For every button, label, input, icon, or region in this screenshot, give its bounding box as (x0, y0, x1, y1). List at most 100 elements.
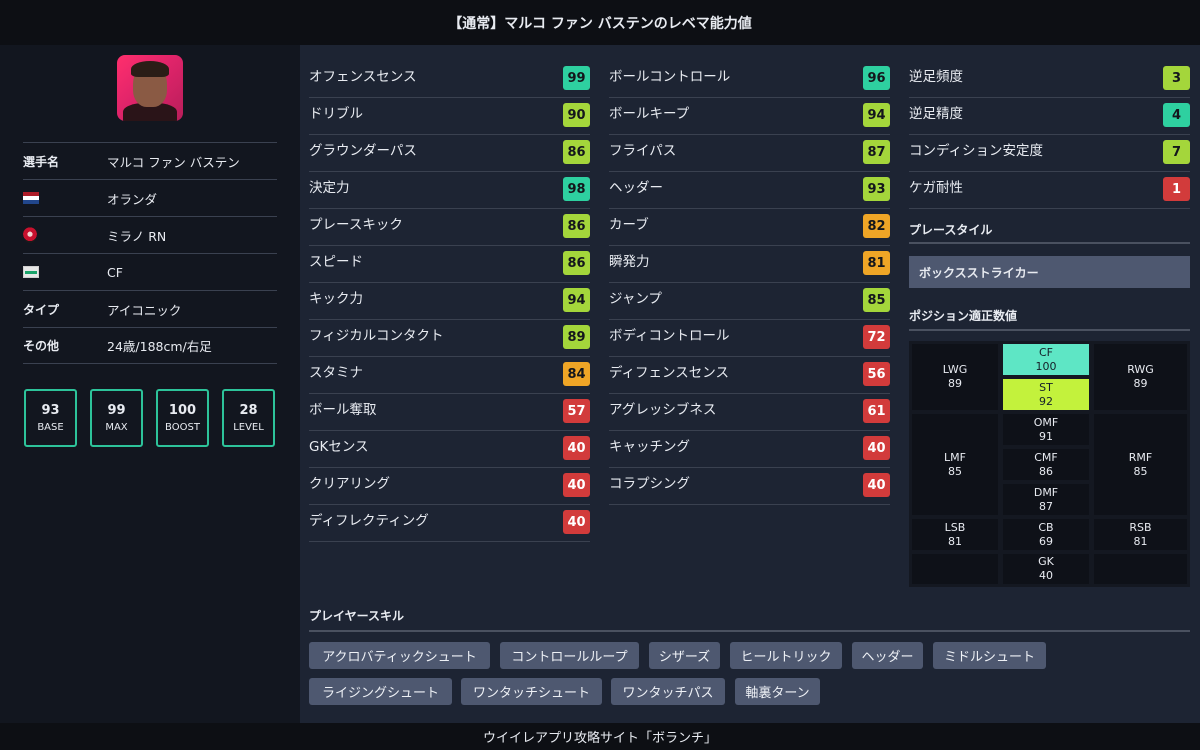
stat-value-badge: 40 (863, 436, 890, 460)
stat-row: 逆足精度 4 (909, 98, 1190, 135)
stat-row: GKセンス 40 (309, 431, 590, 468)
stat-row: カーブ 82 (609, 209, 890, 246)
skill-chip[interactable]: ヘッダー (852, 642, 923, 669)
page-title: 【通常】マルコ ファン バステンのレベマ能力値 (448, 15, 752, 32)
position-icon (23, 266, 39, 278)
stat-row: ボールコントロール 96 (609, 61, 890, 98)
info-row-club: ミラノ RN (23, 216, 277, 253)
stat-value-badge: 40 (863, 473, 890, 497)
summary-boxes: 93 BASE 99 MAX 100 BOOST 28 LEVEL (24, 389, 276, 447)
info-row-nationality: オランダ (23, 179, 277, 216)
stat-name: ボール奪取 (309, 402, 377, 418)
skill-chip[interactable]: ミドルシュート (933, 642, 1046, 669)
skill-chip[interactable]: アクロバティックシュート (309, 642, 490, 669)
stat-name: グラウンダーパス (309, 143, 417, 159)
stat-name: 決定力 (309, 180, 350, 196)
position-grid: LWG 89 CF 100 RWG 89 ST 92 LMF 85 OMF 91 RMF 85… (909, 341, 1190, 587)
stat-value-badge: 4 (1163, 103, 1190, 127)
position-cell-lmf: LMF 85 (912, 414, 998, 515)
summary-label: MAX (105, 422, 128, 433)
skill-chip[interactable]: ワンタッチシュート (461, 678, 602, 705)
player-avatar (117, 55, 183, 121)
skill-chip[interactable]: ライジングシュート (309, 678, 452, 705)
stat-name: ディフェンスセンス (609, 365, 730, 381)
stat-name: コラプシング (609, 476, 690, 492)
stat-row: プレースキック 86 (309, 209, 590, 246)
stat-value-badge: 86 (563, 140, 590, 164)
page-footer: ウイイレアプリ攻略サイト「ボランチ」 (0, 723, 1200, 750)
position-cell-gk: GK 40 (1003, 554, 1089, 584)
player-skills-title: プレイヤースキル (309, 609, 405, 623)
stat-row: オフェンスセンス 99 (309, 61, 590, 98)
stat-name: カーブ (609, 217, 649, 233)
stat-row: ドリブル 90 (309, 98, 590, 135)
stat-name: ケガ耐性 (909, 180, 963, 196)
position-cell-lsb: LSB 81 (912, 519, 998, 550)
player-info-table: 選手名 マルコ ファン バステン オランダ ミラノ RN CF タイプ アイコニ… (23, 142, 277, 364)
summary-box-base: 93 BASE (24, 389, 77, 447)
player-nationality: オランダ (107, 191, 158, 207)
stat-name: フィジカルコンタクト (309, 328, 444, 344)
position-cell-cf: CF 100 (1003, 344, 1089, 375)
club-crest-icon (23, 227, 37, 243)
stat-row: ボール奪取 57 (309, 394, 590, 431)
player-club: ミラノ RN (107, 228, 167, 244)
summary-value: 99 (107, 403, 126, 418)
stats-panel: オフェンスセンス 99 ドリブル 90 グラウンダーパス 86 決定力 98 プレースキック 86… (300, 45, 1200, 723)
divider (309, 630, 1190, 632)
skill-chip[interactable]: コントロールループ (500, 642, 639, 669)
stat-value-badge: 93 (863, 177, 890, 201)
skill-chip[interactable]: ヒールトリック (730, 642, 842, 669)
stat-name: クリアリング (309, 476, 390, 492)
stat-row: 瞬発力 81 (609, 246, 890, 283)
stat-name: ヘッダー (609, 180, 663, 196)
position-cell-rwg: RWG 89 (1094, 344, 1187, 410)
stat-name: プレースキック (309, 217, 403, 233)
play-style-value: ボックスストライカー (909, 256, 1190, 288)
stat-value-badge: 86 (563, 214, 590, 238)
stat-row: スピード 86 (309, 246, 590, 283)
stat-name: 逆足精度 (909, 106, 963, 122)
summary-value: 100 (168, 403, 197, 418)
stat-value-badge: 99 (563, 66, 590, 90)
skill-chip[interactable]: ワンタッチパス (611, 678, 725, 705)
stat-name: ボディコントロール (609, 328, 730, 344)
summary-value: 28 (239, 403, 258, 418)
summary-box-level: 28 LEVEL (222, 389, 275, 447)
stat-value-badge: 86 (563, 251, 590, 275)
stat-name: 瞬発力 (609, 254, 650, 270)
stat-value-badge: 3 (1163, 66, 1190, 90)
stat-name: フライパス (609, 143, 677, 159)
divider (909, 329, 1190, 331)
position-cell-omf: OMF 91 (1003, 414, 1089, 445)
player-profile-panel: 選手名 マルコ ファン バステン オランダ ミラノ RN CF タイプ アイコニ… (0, 45, 300, 723)
skill-chip[interactable]: 軸裏ターン (735, 678, 820, 705)
skill-chip[interactable]: シザーズ (649, 642, 720, 669)
stats-column-2: ボールコントロール 96 ボールキープ 94 フライパス 87 ヘッダー 93 カーブ 82 瞬発力… (609, 61, 890, 505)
stat-value-badge: 61 (863, 399, 890, 423)
stat-row: 逆足頻度 3 (909, 61, 1190, 98)
summary-label: LEVEL (233, 422, 264, 433)
stat-row: ディフレクティング 40 (309, 505, 590, 542)
stat-value-badge: 98 (563, 177, 590, 201)
stat-value-badge: 94 (563, 288, 590, 312)
stat-name: オフェンスセンス (309, 69, 417, 85)
info-row-type: タイプ アイコニック (23, 290, 277, 327)
stat-value-badge: 96 (863, 66, 890, 90)
netherlands-flag-icon (23, 192, 39, 204)
stat-name: スタミナ (309, 365, 363, 381)
stat-value-badge: 40 (563, 436, 590, 460)
other-label: その他 (23, 339, 60, 353)
stats-column-3: 逆足頻度 3 逆足精度 4 コンディション安定度 7 ケガ耐性 1 (909, 61, 1190, 209)
player-name-label: 選手名 (23, 154, 60, 169)
position-cell-lwg: LWG 89 (912, 344, 998, 410)
stat-name: スピード (309, 254, 363, 270)
stat-name: キック力 (309, 291, 363, 307)
stat-value-badge: 85 (863, 288, 890, 312)
stat-row: スタミナ 84 (309, 357, 590, 394)
stat-row: ディフェンスセンス 56 (609, 357, 890, 394)
stat-value-badge: 56 (863, 362, 890, 386)
stat-name: ボールコントロール (609, 69, 731, 85)
stat-value-badge: 40 (563, 510, 590, 534)
stat-value-badge: 89 (563, 325, 590, 349)
